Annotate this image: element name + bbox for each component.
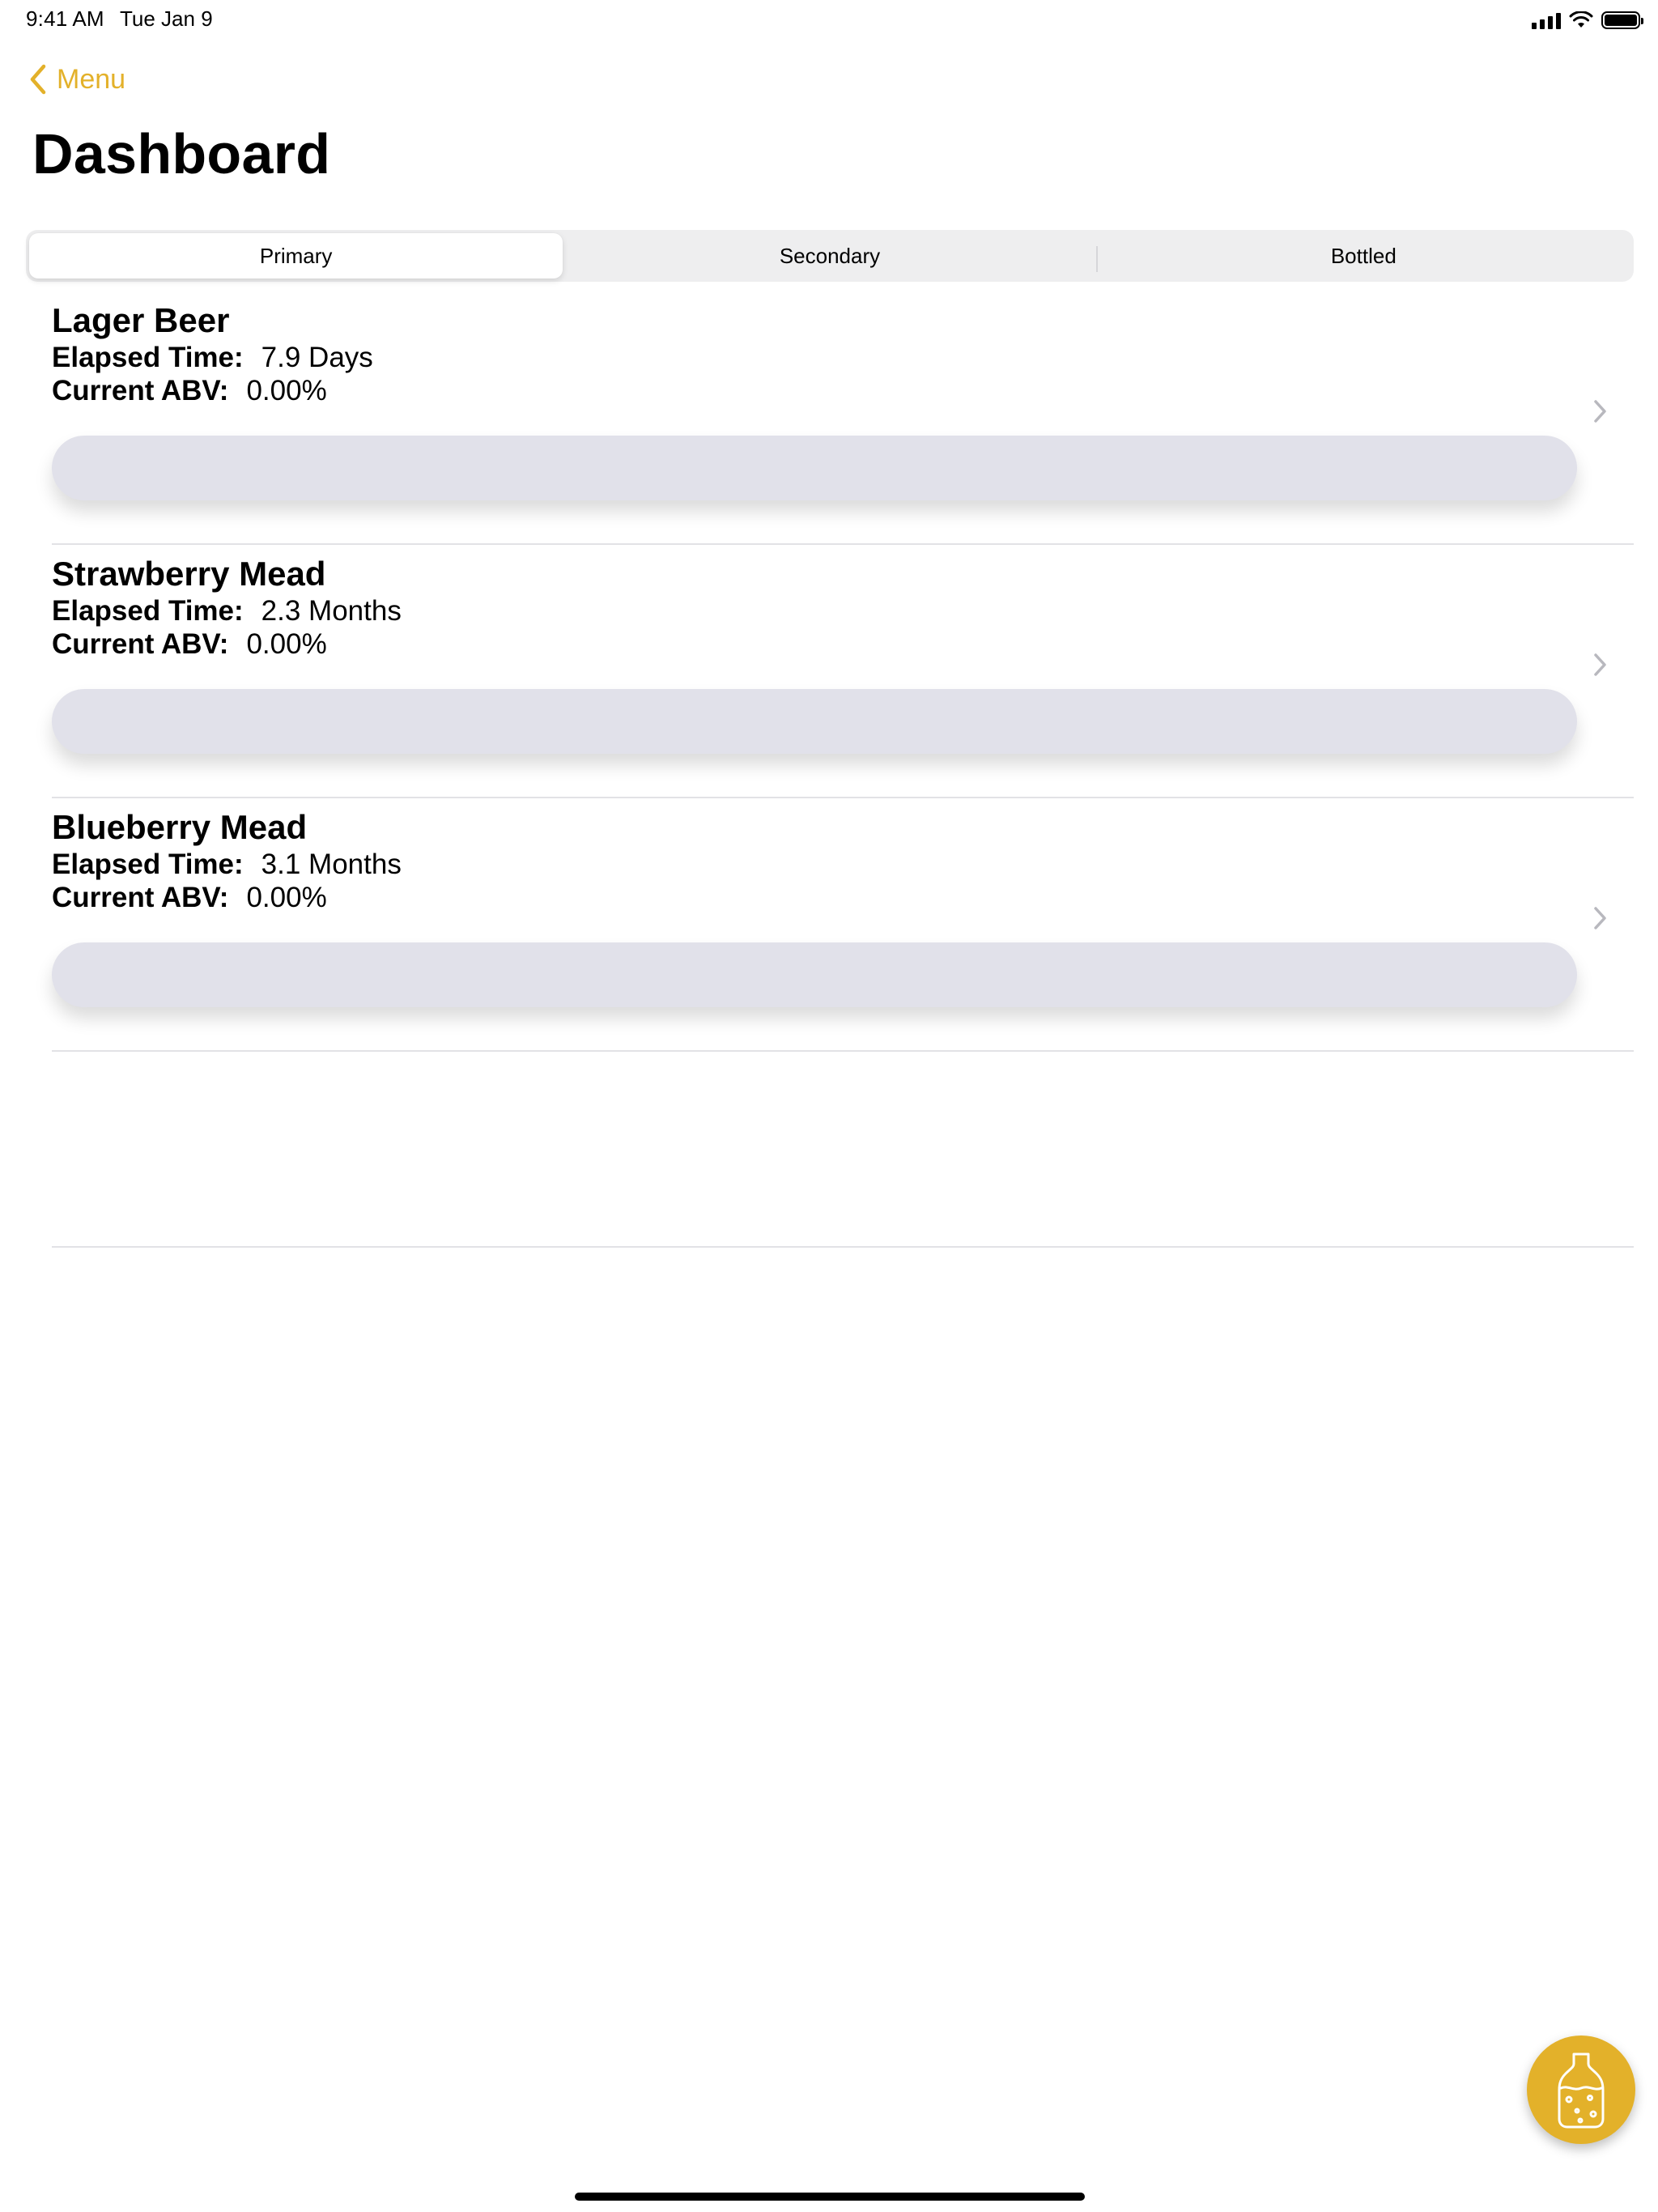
abv-label: Current ABV: — [52, 375, 229, 406]
page-title: Dashboard — [32, 122, 331, 185]
abv-value: 0.00% — [246, 375, 327, 406]
abv-value: 0.00% — [246, 882, 327, 913]
home-indicator — [575, 2193, 1085, 2201]
status-time: 9:41 AM — [26, 6, 104, 31]
current-abv: Current ABV: 0.00% — [52, 628, 327, 661]
segmented-control: Primary Secondary Bottled — [26, 230, 1634, 282]
current-abv: Current ABV: 0.00% — [52, 375, 327, 407]
batch-name: Blueberry Mead — [52, 808, 308, 846]
chevron-right-icon — [1594, 653, 1606, 676]
segment-bottled[interactable]: Bottled — [1097, 233, 1630, 279]
elapsed-value: 2.3 Months — [261, 595, 402, 627]
segment-secondary[interactable]: Secondary — [563, 233, 1098, 279]
status-bar: 9:41 AM Tue Jan 9 — [0, 0, 1658, 39]
segment-primary[interactable]: Primary — [29, 233, 563, 279]
batch-row-lager-beer[interactable]: Lager Beer Elapsed Time: 7.9 Days Current… — [52, 291, 1634, 545]
abv-label: Current ABV: — [52, 628, 229, 660]
batch-row-strawberry-mead[interactable]: Strawberry Mead Elapsed Time: 2.3 Months … — [52, 545, 1634, 798]
battery-icon — [1601, 11, 1643, 29]
back-button[interactable]: Menu — [29, 60, 125, 99]
chevron-right-icon — [1594, 400, 1606, 423]
status-date: Tue Jan 9 — [120, 6, 213, 31]
elapsed-label: Elapsed Time: — [52, 849, 244, 880]
segment-label: Primary — [259, 243, 333, 268]
wifi-icon — [1569, 11, 1593, 28]
progress-bar — [52, 436, 1577, 500]
current-abv: Current ABV: 0.00% — [52, 882, 327, 914]
batch-name: Lager Beer — [52, 301, 230, 339]
dashboard-screen: 9:41 AM Tue Jan 9 Menu Dashboard Primary… — [0, 0, 1658, 2212]
progress-bar — [52, 942, 1577, 1007]
progress-bar — [52, 689, 1577, 754]
batch-row-blueberry-mead[interactable]: Blueberry Mead Elapsed Time: 3.1 Months C… — [52, 798, 1634, 1052]
batch-name: Strawberry Mead — [52, 555, 326, 593]
segment-label: Secondary — [779, 243, 881, 268]
chevron-right-icon — [1594, 907, 1606, 929]
add-batch-button[interactable] — [1527, 2035, 1635, 2144]
elapsed-time: Elapsed Time: 2.3 Months — [52, 595, 402, 627]
elapsed-value: 7.9 Days — [261, 342, 373, 373]
elapsed-label: Elapsed Time: — [52, 595, 244, 627]
status-icons — [1532, 8, 1643, 32]
fermenter-jug-icon — [1558, 2052, 1605, 2129]
back-label: Menu — [57, 63, 126, 95]
empty-list-row — [52, 1052, 1634, 1248]
elapsed-time: Elapsed Time: 3.1 Months — [52, 849, 402, 881]
elapsed-value: 3.1 Months — [261, 849, 402, 880]
elapsed-time: Elapsed Time: 7.9 Days — [52, 342, 373, 374]
batch-list: Lager Beer Elapsed Time: 7.9 Days Current… — [0, 291, 1658, 1248]
chevron-left-icon — [30, 64, 46, 95]
segment-label: Bottled — [1330, 243, 1397, 268]
cellular-signal-icon — [1532, 11, 1561, 29]
abv-label: Current ABV: — [52, 882, 229, 913]
elapsed-label: Elapsed Time: — [52, 342, 244, 373]
abv-value: 0.00% — [246, 628, 327, 660]
